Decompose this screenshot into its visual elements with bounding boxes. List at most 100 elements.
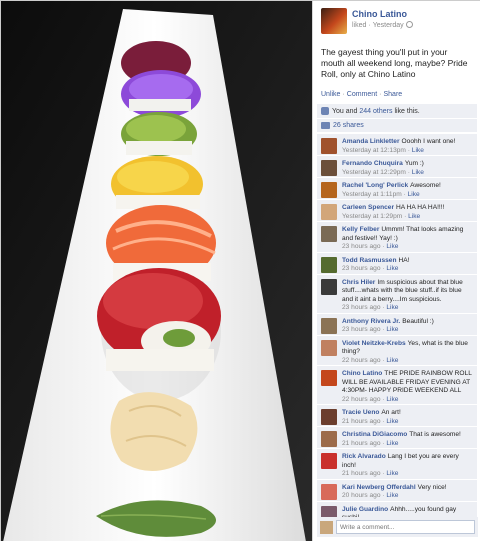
comment-text: That is awesome! [409,431,461,438]
comment-time[interactable]: 20 hours ago [342,492,381,499]
commenter-avatar[interactable] [321,138,337,154]
unlike-link[interactable]: Unlike [321,91,340,98]
commenter-avatar[interactable] [321,226,337,242]
comment-text: Beautiful :) [402,317,434,325]
comment-like-link[interactable]: Like [386,265,398,272]
viewer-avatar [320,520,333,534]
page-avatar[interactable] [321,8,347,34]
commenter-name[interactable]: Julie Guardino [342,506,388,513]
comment-like-link[interactable]: Like [386,357,398,364]
comment-text: Ooohh I want one! [401,138,456,145]
commenter-name[interactable]: Kari Newberg Offerdahl [342,484,416,491]
comment-item: Chris Hiler Im suspicious about that blue… [317,273,477,313]
comment-meta: 23 hours ago · Like [342,265,399,272]
comment-like-link[interactable]: Like [408,213,420,220]
comment-body: Christina DiGiacomo That is awesome! 21 ho… [342,431,473,448]
photo[interactable] [1,1,312,541]
comment-meta: 21 hours ago · Like [342,439,399,447]
comment-body: Carleen Spencer HA HA HA HA!!!! Yesterday … [342,204,473,221]
comment-body: Amanda Linkletter Ooohh I want one! Yester… [342,138,473,155]
comment-like-link[interactable]: Like [412,169,424,176]
comment-time[interactable]: 22 hours ago [342,357,381,364]
comment-body: Chino Latino THE PRIDE RAINBOW ROLL WILL … [342,370,473,404]
commenter-avatar[interactable] [321,204,337,220]
comment-body: Fernando Chuquira Yum :) Yesterday at 12:2… [342,160,473,177]
commenter-avatar[interactable] [321,182,337,198]
comment-body: Tracie Ueno An art! 21 hours ago · Like [342,409,473,426]
commenter-name[interactable]: Anthony Rivera Jr. [342,318,400,325]
commenter-name[interactable]: Chris Hiler [342,279,375,286]
commenter-avatar[interactable] [321,339,337,356]
shares-summary: 26 shares [317,119,477,133]
page-name-link[interactable]: Chino Latino [352,9,413,19]
comment-time[interactable]: 21 hours ago [342,418,381,425]
comment-input[interactable] [336,520,475,534]
comment-item: Amanda Linkletter Ooohh I want one! Yester… [317,133,477,155]
comment-like-link[interactable]: Like [386,326,398,333]
comment-text: HA HA HA HA!!!! [396,204,445,211]
pickled-ginger [110,392,198,471]
post-meta: liked · Yesterday [352,21,413,29]
thumbs-up-icon [321,107,329,115]
commenter-name[interactable]: Kelly Felber [342,226,379,233]
photo-viewer: Chino Latino liked · Yesterday The gayest … [0,0,480,541]
commenter-name[interactable]: Amanda Linkletter [342,138,400,145]
commenter-avatar[interactable] [321,431,337,447]
commenter-avatar[interactable] [321,453,337,469]
comment-body: Kari Newberg Offerdahl Very nice! 20 hours… [342,484,473,501]
comment-body: Rachel 'Long' Perlick Awesome! Yesterday a… [342,182,473,199]
comment-time[interactable]: Yesterday at 12:29pm [342,169,406,176]
comment-like-link[interactable]: Like [386,418,398,425]
comment-like-link[interactable]: Like [408,191,420,198]
commenter-name[interactable]: Rachel 'Long' Perlick [342,182,408,189]
comment-item: Rick Alvarado Lang I bet you are every in… [317,448,477,479]
comment-meta: 22 hours ago · Like [342,356,399,364]
comment-meta: 20 hours ago · Like [342,492,399,499]
commenter-avatar[interactable] [321,256,337,273]
comment-like-link[interactable]: Like [386,304,398,311]
comment-time[interactable]: 22 hours ago [342,396,381,403]
comment-like-link[interactable]: Like [386,440,398,447]
commenter-avatar[interactable] [321,160,337,176]
commenter-avatar[interactable] [321,483,337,500]
comment-link[interactable]: Comment [347,91,377,98]
shares-link[interactable]: 26 shares [333,122,364,129]
commenter-name[interactable]: Chino Latino [342,370,382,377]
comment-body: Rick Alvarado Lang I bet you are every in… [342,453,473,479]
commenter-name[interactable]: Christina DiGiacomo [342,431,407,438]
comment-time[interactable]: 21 hours ago [342,470,381,477]
comment-time[interactable]: 21 hours ago [342,440,381,447]
commenter-name[interactable]: Fernando Chuquira [342,160,403,167]
comment-body: Todd Rasmussen HA! 23 hours ago · Like [342,257,473,274]
comment-text: HA! [398,256,410,264]
commenter-name[interactable]: Todd Rasmussen [342,257,396,264]
comment-time[interactable]: Yesterday at 12:13pm [342,147,406,154]
comment-time[interactable]: 23 hours ago [342,326,381,333]
commenter-avatar[interactable] [321,409,337,425]
commenter-name[interactable]: Tracie Ueno [342,409,379,416]
comment-item: Tracie Ueno An art! 21 hours ago · Like [317,404,477,426]
comment-like-link[interactable]: Like [386,243,398,250]
commenter-avatar[interactable] [321,278,337,295]
commenter-name[interactable]: Rick Alvarado [342,453,386,460]
comment-time[interactable]: Yesterday at 1:11pm [342,191,402,198]
post-time[interactable]: Yesterday [373,22,404,29]
comment-meta: 23 hours ago · Like [342,304,399,311]
comment-time[interactable]: 23 hours ago [342,265,381,272]
commenter-avatar[interactable] [321,370,337,386]
comment-body: Anthony Rivera Jr. Beautiful :) 23 hours a… [342,318,473,335]
comment-like-link[interactable]: Like [386,492,398,499]
comment-time[interactable]: 23 hours ago [342,243,381,250]
likes-others-link[interactable]: 244 others [359,108,392,115]
comment-like-link[interactable]: Like [412,147,424,154]
comment-item: Kelly Felber Ummm! That looks amazing and… [317,221,477,252]
share-link[interactable]: Share [383,91,402,98]
comment-like-link[interactable]: Like [386,470,398,477]
comment-like-link[interactable]: Like [386,396,398,403]
comment-time[interactable]: 23 hours ago [342,304,381,311]
commenter-name[interactable]: Carleen Spencer [342,204,394,211]
commenter-avatar[interactable] [321,317,337,334]
comment-time[interactable]: Yesterday at 1:29pm [342,213,402,220]
commenter-name[interactable]: Violet Neitzke-Krebs [342,340,406,347]
comment-meta: 21 hours ago · Like [342,470,399,477]
